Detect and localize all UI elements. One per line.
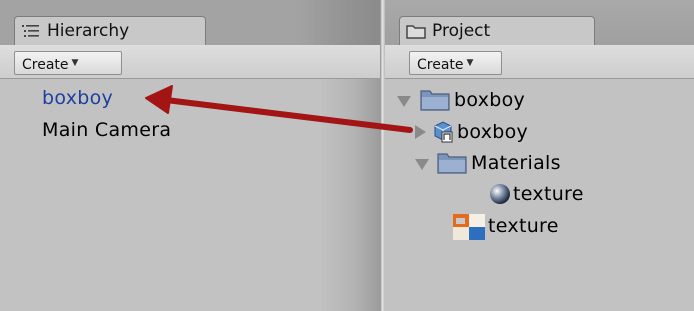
hierarchy-item-boxboy[interactable]: boxboy	[42, 84, 113, 112]
tab-hierarchy[interactable]: Hierarchy	[14, 16, 206, 45]
project-create-button[interactable]: Create ▼	[409, 51, 502, 75]
dropdown-arrow-icon: ▼	[71, 58, 79, 68]
hierarchy-tab-bar: Hierarchy	[0, 0, 380, 45]
foldout-expanded-icon[interactable]	[397, 96, 411, 107]
foldout-expanded-icon[interactable]	[415, 159, 429, 170]
folder-icon	[437, 153, 467, 174]
project-item-texture-image[interactable]: texture	[488, 212, 559, 240]
project-tab-bar: Project	[385, 0, 694, 45]
hierarchy-panel: Hierarchy Create ▼ boxboy Main Camera	[0, 0, 380, 311]
project-item-texture-material[interactable]: texture	[513, 180, 584, 208]
tab-project[interactable]: Project	[399, 16, 595, 45]
foldout-collapsed-icon[interactable]	[415, 125, 426, 139]
project-toolbar: Create ▼	[385, 45, 694, 79]
hierarchy-item-label: boxboy	[42, 87, 114, 109]
folder-icon	[406, 25, 426, 39]
dropdown-arrow-icon: ▼	[466, 58, 474, 68]
project-tree: boxboy boxboy Materials texture texture	[385, 79, 694, 311]
project-item-materials-folder[interactable]: Materials	[471, 149, 561, 177]
project-item-boxboy-model[interactable]: boxboy	[457, 118, 528, 146]
project-item-label: texture	[513, 183, 584, 205]
hierarchy-list: boxboy Main Camera	[0, 79, 380, 311]
create-button-label: Create	[417, 57, 464, 73]
hierarchy-create-button[interactable]: Create ▼	[14, 51, 122, 75]
project-item-label: boxboy	[457, 121, 529, 143]
material-sphere-icon	[490, 184, 510, 204]
project-item-label: Materials	[471, 152, 561, 174]
create-button-label: Create	[22, 57, 69, 73]
folder-icon	[420, 90, 450, 111]
hierarchy-tab-label: Hierarchy	[47, 21, 130, 41]
project-item-label: texture	[488, 215, 559, 237]
project-item-label: boxboy	[454, 89, 526, 111]
hierarchy-item-label: Main Camera	[42, 119, 172, 141]
hierarchy-item-main-camera[interactable]: Main Camera	[42, 116, 171, 144]
project-panel: Project Create ▼ boxboy boxboy Materials…	[385, 0, 694, 311]
hierarchy-toolbar: Create ▼	[0, 45, 380, 79]
prefab-model-icon	[434, 121, 453, 143]
project-tab-label: Project	[432, 21, 491, 41]
list-icon	[22, 25, 39, 37]
project-item-boxboy-folder[interactable]: boxboy	[454, 86, 525, 114]
texture-icon	[453, 214, 485, 240]
